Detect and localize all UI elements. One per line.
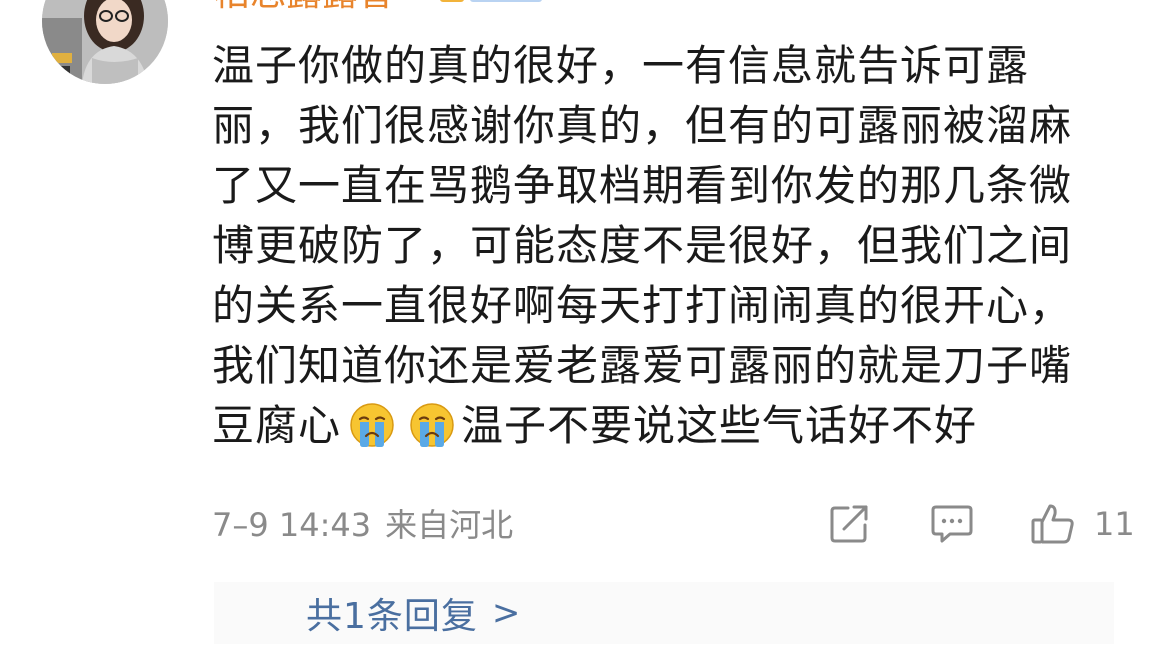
thumbs-up-icon xyxy=(1031,504,1074,544)
crown-badge-icon xyxy=(440,0,464,2)
comment-date: 7–9 14:43 xyxy=(212,506,372,544)
comment-line: 丽，我们很感谢你真的，但有的可露丽被溜麻 xyxy=(212,101,1073,150)
crying-face-icon xyxy=(410,403,454,447)
user-badges xyxy=(440,0,542,2)
comment-line: 了又一直在骂鹅争取档期看到你发的那几条微 xyxy=(212,161,1073,210)
comment-icon xyxy=(931,505,973,543)
view-replies-link[interactable]: 共1条回复 xyxy=(306,587,478,639)
comment-line: 温子你做的真的很好，一有信息就告诉可露 xyxy=(212,41,1030,90)
share-button[interactable] xyxy=(828,502,870,546)
replies-panel: 共1条回复 > xyxy=(214,582,1114,644)
comment-text: 温子你做的真的很好，一有信息就告诉可露 丽，我们很感谢你真的，但有的可露丽被溜麻… xyxy=(212,36,1142,456)
comment-line-last: 豆腐心 温子不要说这些气话好不好 xyxy=(212,396,1142,456)
comment-button[interactable] xyxy=(930,502,974,546)
comment-location: 来自河北 xyxy=(385,506,514,544)
chevron-right-icon[interactable]: > xyxy=(492,593,521,633)
comment-meta: 7–9 14:43 来自河北 xyxy=(212,505,513,545)
comment-line: 的关系一直很好啊每天打打闹闹真的很开心， xyxy=(212,281,1073,330)
like-button[interactable]: 11 xyxy=(1030,502,1135,546)
comment-page: 柏忘露露香 温子你做的真的很好，一有信息就告诉可露 丽，我们很感谢你真的，但有的… xyxy=(0,0,1170,662)
crying-face-icon xyxy=(350,403,394,447)
comment-line: 博更破防了，可能态度不是很好，但我们之间 xyxy=(212,221,1073,270)
level-badge-icon xyxy=(470,0,542,2)
comment-line: 我们知道你还是爱老露爱可露丽的就是刀子嘴 xyxy=(212,341,1073,390)
comment-line-prefix: 豆腐心 xyxy=(212,401,342,450)
share-icon xyxy=(830,505,868,543)
username[interactable]: 柏忘露露香 xyxy=(214,0,394,14)
comment-line-suffix: 温子不要说这些气话好不好 xyxy=(461,401,978,450)
avatar[interactable] xyxy=(42,0,168,84)
like-count: 11 xyxy=(1094,505,1135,543)
